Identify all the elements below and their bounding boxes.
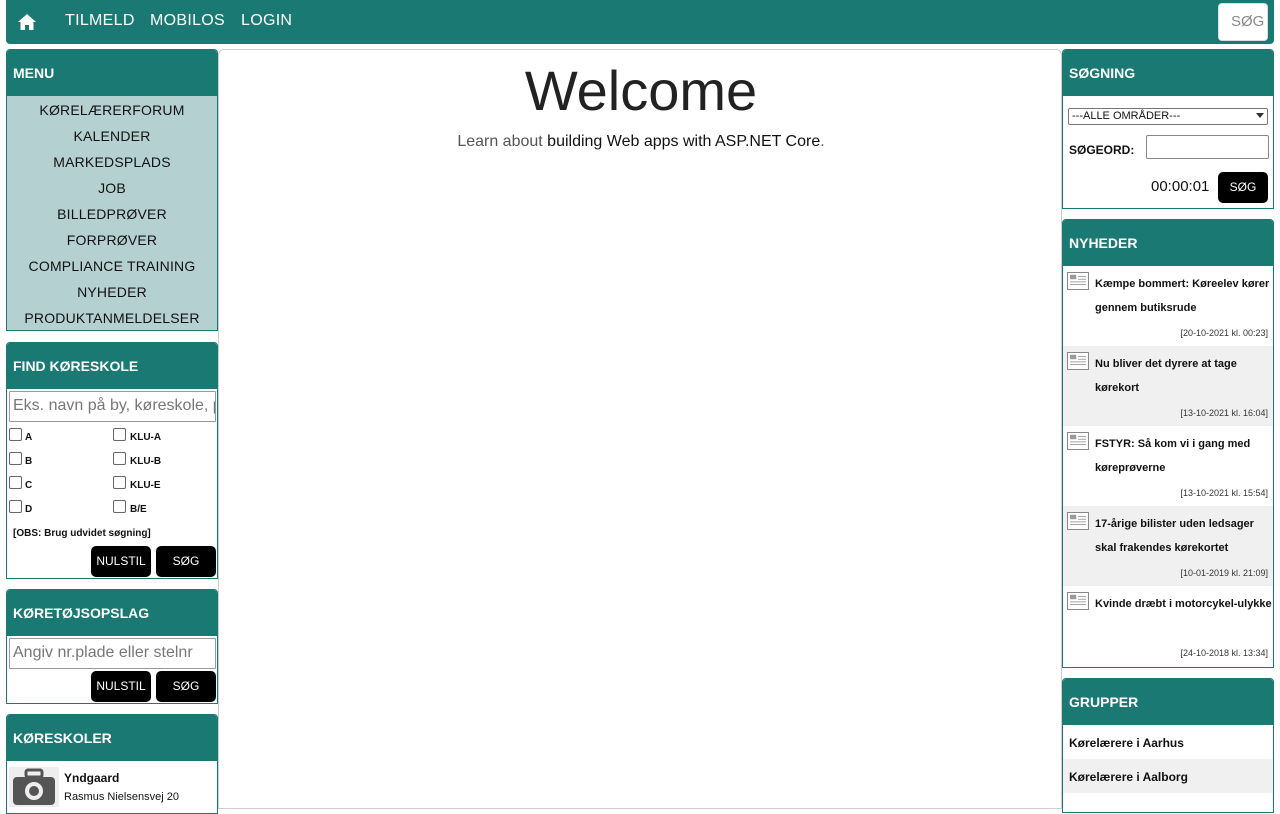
checkbox-b[interactable] xyxy=(9,452,22,465)
koeretoejsopslag-panel: KØRETØJSOPSLAG Angiv nr.plade eller stel… xyxy=(6,589,218,704)
find-koereskole-panel: FIND KØRESKOLE Eks. navn på by, køreskol… xyxy=(6,342,218,579)
checkbox-b-e[interactable] xyxy=(113,500,126,513)
checkbox-d[interactable] xyxy=(9,500,22,513)
learn-suffix: . xyxy=(820,133,825,150)
checkbox-klu-e-label: KLU-E xyxy=(130,480,161,491)
news-item: Kvinde dræbt i motorcykel-ulykke [24-10-… xyxy=(1063,586,1273,666)
menu-item-kalender[interactable]: KALENDER xyxy=(7,123,217,149)
koereskole-name[interactable]: Yndgaard xyxy=(64,771,119,785)
menu-item-billedproever[interactable]: BILLEDPRØVER xyxy=(7,201,217,227)
find-search-button[interactable]: SØG xyxy=(156,546,216,577)
group-item-aarhus[interactable]: Kørelærere i Aarhus xyxy=(1063,725,1273,759)
nav-mobilos[interactable]: MOBILOS xyxy=(150,12,225,30)
top-navbar: TILMELD MOBILOS LOGIN SØG xyxy=(6,0,1274,44)
news-date: [13-10-2021 kl. 16:04] xyxy=(1180,408,1268,418)
nyheder-panel: NYHEDER Kæmpe bommert: Køreelev kører ge… xyxy=(1062,219,1274,668)
plate-reset-button[interactable]: NULSTIL xyxy=(91,671,151,702)
soegning-title: SØGNING xyxy=(1063,50,1273,96)
news-date: [24-10-2018 kl. 13:34] xyxy=(1180,648,1268,658)
menu-panel: MENU KØRELÆRERFORUM KALENDER MARKEDSPLAD… xyxy=(6,49,218,331)
nyheder-title: NYHEDER xyxy=(1063,220,1273,266)
koereskoler-title: KØRESKOLER xyxy=(7,715,217,761)
nav-tilmeld[interactable]: TILMELD xyxy=(65,12,135,30)
learn-text: Learn about building Web apps with ASP.N… xyxy=(219,133,1063,151)
news-item: 17-årige bilister uden ledsager skal fra… xyxy=(1063,506,1273,586)
checkbox-b-label: B xyxy=(25,456,33,467)
news-date: [10-01-2019 kl. 21:09] xyxy=(1180,568,1268,578)
soegning-panel: SØGNING ---ALLE OMRÅDER--- SØGEORD: 00:0… xyxy=(1062,49,1274,209)
newspaper-icon xyxy=(1067,272,1089,290)
menu-item-nyheder[interactable]: NYHEDER xyxy=(7,279,217,305)
newspaper-icon xyxy=(1067,512,1089,530)
find-koereskole-title: FIND KØRESKOLE xyxy=(7,343,217,389)
newspaper-icon xyxy=(1067,432,1089,450)
menu-item-job[interactable]: JOB xyxy=(7,175,217,201)
news-title[interactable]: FSTYR: Så kom vi i gang med køreprøverne xyxy=(1095,432,1273,480)
checkbox-a[interactable] xyxy=(9,428,22,441)
checkbox-a-label: A xyxy=(25,432,33,443)
chevron-down-icon xyxy=(1256,113,1264,118)
menu-item-produktanmeldelser[interactable]: PRODUKTANMELDELSER xyxy=(7,305,217,330)
home-icon[interactable] xyxy=(17,12,37,32)
koereskole-address: Rasmus Nielsensvej 20 xyxy=(64,791,179,803)
grupper-title: GRUPPER xyxy=(1063,679,1273,725)
news-item: FSTYR: Så kom vi i gang med køreprøverne… xyxy=(1063,426,1273,506)
top-search-input[interactable]: SØG xyxy=(1218,3,1268,41)
menu-item-compliance-training[interactable]: COMPLIANCE TRAINING xyxy=(7,253,217,279)
newspaper-icon xyxy=(1067,592,1089,610)
checkbox-c-label: C xyxy=(25,480,33,491)
group-item-aalborg[interactable]: Kørelærere i Aalborg xyxy=(1063,759,1273,793)
news-title[interactable]: Nu bliver det dyrere at tage kørekort xyxy=(1095,352,1273,400)
news-title[interactable]: Kæmpe bommert: Køreelev kører gennem but… xyxy=(1095,272,1273,320)
main-content: Welcome Learn about building Web apps wi… xyxy=(218,49,1062,809)
keyword-input[interactable] xyxy=(1146,135,1269,159)
nav-login[interactable]: LOGIN xyxy=(241,12,292,30)
koeretoejsopslag-title: KØRETØJSOPSLAG xyxy=(7,590,217,636)
news-title[interactable]: Kvinde dræbt i motorcykel-ulykke xyxy=(1095,592,1273,616)
news-date: [20-10-2021 kl. 00:23] xyxy=(1180,328,1268,338)
checkbox-c[interactable] xyxy=(9,476,22,489)
plate-search-button[interactable]: SØG xyxy=(156,671,216,702)
news-item: Nu bliver det dyrere at tage kørekort [1… xyxy=(1063,346,1273,426)
menu-item-forproever[interactable]: FORPRØVER xyxy=(7,227,217,253)
area-select[interactable]: ---ALLE OMRÅDER--- xyxy=(1068,108,1268,125)
checkbox-klu-b[interactable] xyxy=(113,452,126,465)
checkbox-klu-e[interactable] xyxy=(113,476,126,489)
soegning-search-button[interactable]: SØG xyxy=(1218,172,1268,203)
koereskoler-panel: KØRESKOLER Yndgaard Rasmus Nielsensvej 2… xyxy=(6,714,218,814)
page-title: Welcome xyxy=(524,59,758,122)
news-date: [13-10-2021 kl. 15:54] xyxy=(1180,488,1268,498)
checkbox-klu-b-label: KLU-B xyxy=(130,456,162,467)
checkbox-b-e-label: B/E xyxy=(130,504,147,515)
checkbox-klu-a[interactable] xyxy=(113,428,126,441)
plate-search-input[interactable]: Angiv nr.plade eller stelnr xyxy=(9,638,216,669)
menu-item-koerelaererforum[interactable]: KØRELÆRERFORUM xyxy=(7,97,217,123)
checkbox-d-label: D xyxy=(25,504,33,515)
area-select-value: ---ALLE OMRÅDER--- xyxy=(1072,110,1181,122)
find-reset-button[interactable]: NULSTIL xyxy=(91,546,151,577)
checkbox-klu-a-label: KLU-A xyxy=(130,432,162,443)
menu-item-markedsplads[interactable]: MARKEDSPLADS xyxy=(7,149,217,175)
newspaper-icon xyxy=(1067,352,1089,370)
menu-title: MENU xyxy=(7,50,217,96)
grupper-panel: GRUPPER Kørelærere i Aarhus Kørelærere i… xyxy=(1062,678,1274,813)
keyword-label: SØGEORD: xyxy=(1069,143,1135,157)
news-title[interactable]: 17-årige bilister uden ledsager skal fra… xyxy=(1095,512,1273,560)
advanced-search-link[interactable]: [OBS: Brug udvidet søgning] xyxy=(13,528,151,539)
aspnet-core-link[interactable]: building Web apps with ASP.NET Core xyxy=(547,133,820,150)
camera-icon xyxy=(9,767,59,807)
learn-prefix: Learn about xyxy=(457,133,548,150)
menu-list: KØRELÆRERFORUM KALENDER MARKEDSPLADS JOB… xyxy=(7,96,217,330)
koereskole-search-input[interactable]: Eks. navn på by, køreskole, postnr xyxy=(9,391,216,422)
news-list: Kæmpe bommert: Køreelev kører gennem but… xyxy=(1063,266,1273,666)
timer: 00:00:01 xyxy=(1151,178,1210,195)
news-item: Kæmpe bommert: Køreelev kører gennem but… xyxy=(1063,266,1273,346)
